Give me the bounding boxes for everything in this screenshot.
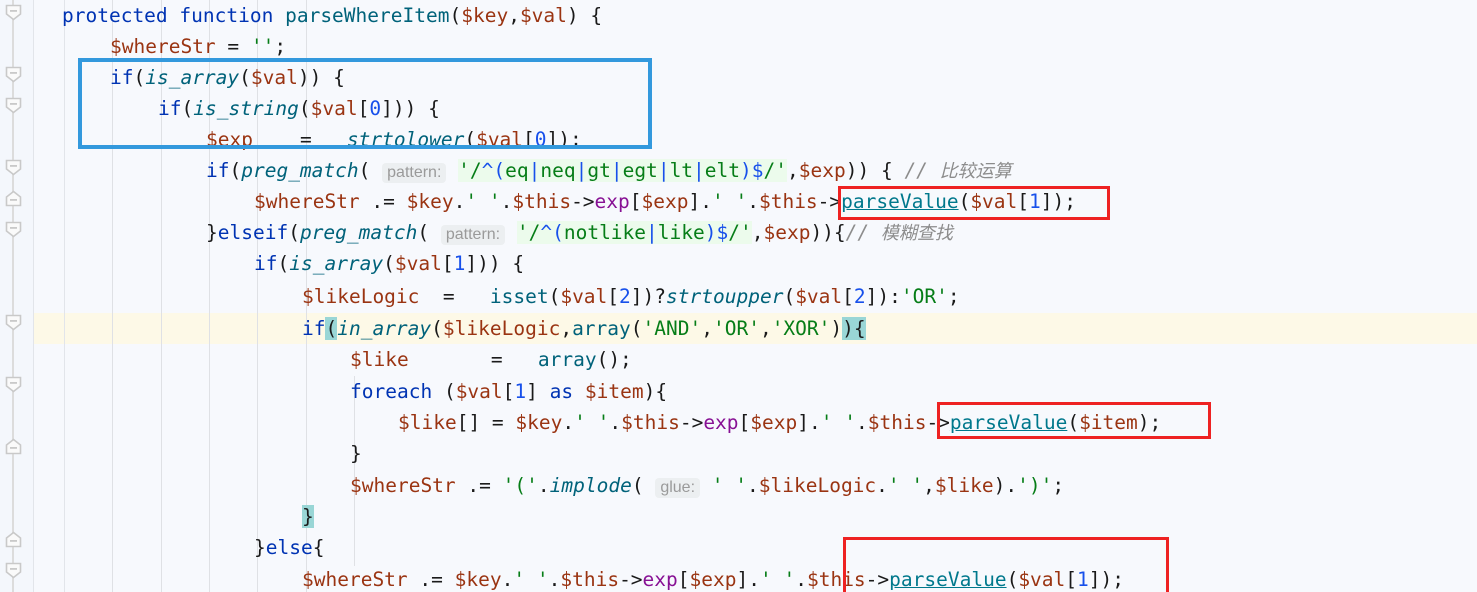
code-line[interactable]: foreach ($val[1] as $item){: [350, 376, 667, 407]
code-line[interactable]: }: [302, 501, 314, 532]
code-line[interactable]: $whereStr .= $key.' '.$this->exp[$exp].'…: [254, 186, 1076, 217]
code-line[interactable]: $likeLogic = isset($val[2])?strtoupper($…: [302, 281, 960, 312]
code-line[interactable]: if(is_array($val[1])) {: [254, 248, 524, 279]
code-line[interactable]: if(is_string($val[0])) {: [158, 93, 440, 124]
code-line[interactable]: if(preg_match( pattern: '/^(eq|neq|gt|eg…: [206, 155, 1012, 186]
bracket-match-open: (: [325, 317, 338, 340]
comment-text: 比较运算: [939, 161, 1012, 182]
code-line[interactable]: $exp = strtolower($val[0]);: [206, 124, 582, 155]
inline-hint-glue: glue:: [655, 478, 701, 498]
code-line[interactable]: if(is_array($val)) {: [110, 62, 345, 93]
code-line[interactable]: $whereStr .= $key.' '.$this->exp[$exp].'…: [302, 564, 1124, 592]
code-line[interactable]: $whereStr = '';: [110, 31, 286, 62]
code-line[interactable]: $whereStr .= '('.implode( glue: ' '.$lik…: [350, 470, 1064, 501]
comment-text-2: 模糊查找: [880, 223, 953, 244]
code-line[interactable]: $like[] = $key.' '.$this->exp[$exp].' '.…: [398, 407, 1161, 438]
code-line[interactable]: }else{: [254, 532, 324, 563]
inline-hint-pattern-2: pattern:: [440, 225, 506, 245]
inline-hint-pattern: pattern:: [382, 163, 447, 183]
code-line[interactable]: protected function parseWhereItem($key,$…: [62, 0, 602, 31]
bracket-match-brace-close: }: [302, 505, 314, 528]
code-editor[interactable]: protected function parseWhereItem($key,$…: [0, 0, 1477, 592]
code-line[interactable]: if(in_array($likeLogic,array('AND','OR',…: [302, 313, 866, 344]
code-line[interactable]: }elseif(preg_match( pattern: '/^(notlike…: [206, 217, 953, 248]
bracket-match-brace: {: [853, 317, 866, 340]
code-line[interactable]: }: [350, 438, 362, 469]
code-content[interactable]: protected function parseWhereItem($key,$…: [0, 0, 1477, 592]
bracket-match-close: ): [842, 317, 854, 340]
code-line[interactable]: $like = array();: [350, 344, 632, 375]
